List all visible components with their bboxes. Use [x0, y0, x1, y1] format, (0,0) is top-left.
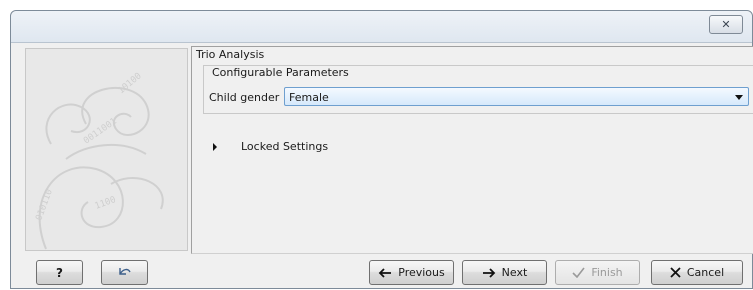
svg-text:1100: 1100 [94, 195, 118, 212]
reset-button[interactable] [101, 260, 148, 285]
reset-icon [118, 267, 131, 275]
cancel-button[interactable]: Cancel [651, 260, 743, 285]
finish-label: Finish [591, 266, 623, 279]
next-label: Next [501, 266, 528, 279]
close-x-icon [670, 267, 681, 278]
locked-settings-label: Locked Settings [241, 140, 329, 153]
checkmark-icon [572, 267, 585, 278]
child-gender-label: Child gender [209, 91, 280, 104]
previous-label: Previous [398, 266, 445, 279]
locked-settings-toggle[interactable]: Locked Settings [213, 140, 328, 153]
title-bar: ✕ [11, 11, 752, 43]
close-icon: ✕ [721, 18, 731, 31]
wizard-title: Trio Analysis [196, 48, 265, 61]
group-title: Configurable Parameters [212, 66, 349, 79]
cancel-label: Cancel [686, 266, 725, 279]
decorative-spiral-graphic: 0011001 010110 10100 1100 [34, 71, 164, 250]
next-button[interactable]: Next [462, 260, 547, 285]
child-gender-dropdown[interactable]: Female [284, 87, 749, 106]
svg-text:010110: 010110 [34, 188, 55, 222]
child-gender-value: Female [289, 91, 329, 104]
wizard-side-image: 0011001 010110 10100 1100 [25, 48, 188, 251]
arrow-right-icon [482, 267, 495, 278]
wizard-dialog: ✕ 0011001 010110 10100 1100 Trio Analysi… [10, 10, 753, 289]
configurable-parameters-group: Configurable Parameters Child gender Fem… [203, 65, 753, 114]
help-label: ? [56, 265, 63, 280]
finish-button[interactable]: Finish [555, 260, 640, 285]
close-button[interactable]: ✕ [709, 15, 743, 34]
svg-text:10100: 10100 [117, 71, 144, 96]
wizard-footer: ? Previous Next Finish Cancel [11, 256, 753, 290]
help-button[interactable]: ? [36, 260, 83, 285]
previous-button[interactable]: Previous [369, 260, 454, 285]
wizard-content: Trio Analysis Configurable Parameters Ch… [191, 46, 753, 254]
svg-text:0011001: 0011001 [82, 117, 119, 147]
expand-arrow-icon [213, 142, 217, 151]
arrow-left-icon [378, 267, 392, 278]
chevron-down-icon [735, 95, 743, 100]
